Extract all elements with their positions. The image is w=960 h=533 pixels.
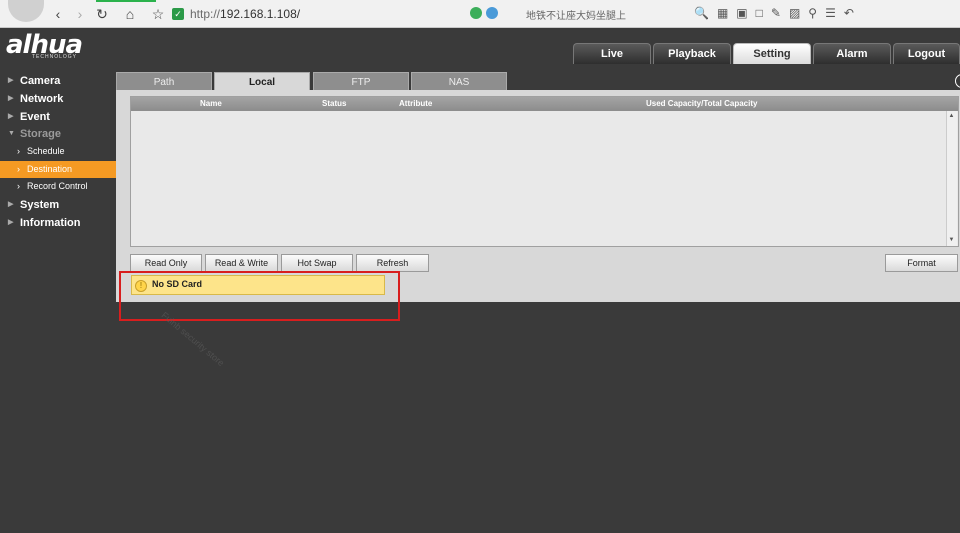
notes-icon[interactable]: ✎ [771, 6, 781, 20]
image-icon[interactable]: ▨ [789, 6, 800, 20]
browser-toolbar: ‹ › ↻ ⌂ ☆ ✓ http:// 192.168.1.108/ 地铁不让座… [0, 0, 960, 28]
sidebar-item-label: Storage [20, 128, 61, 140]
extension-icon[interactable] [470, 7, 482, 19]
extension-icon[interactable] [486, 7, 498, 19]
help-icon[interactable] [955, 74, 960, 88]
chevron-right-icon: › [17, 146, 20, 156]
sidebar-item-storage[interactable]: ▼ Storage [0, 125, 116, 143]
url-scheme: http:// [190, 7, 221, 21]
read-write-button[interactable]: Read & Write [205, 254, 278, 272]
sidebar-item-label: Event [20, 111, 50, 123]
sidebar-item-label: Network [20, 93, 64, 105]
bookmark-star-icon[interactable]: ☆ [150, 6, 166, 22]
sidebar-subitem-schedule[interactable]: › Schedule [0, 143, 116, 160]
undo-icon[interactable]: ↶ [844, 6, 854, 20]
tab-alarm[interactable]: Alarm [813, 43, 891, 64]
collapsed-arrow-icon: ▶ [8, 95, 14, 102]
tab-path[interactable]: Path [116, 72, 212, 91]
grid-icon[interactable]: ▦ [717, 6, 728, 20]
collapsed-arrow-icon: ▶ [8, 77, 14, 84]
scroll-up-icon[interactable]: ▲ [947, 113, 956, 119]
collapsed-arrow-icon: ▶ [8, 201, 14, 208]
column-header-name: Name [200, 99, 222, 108]
refresh-button[interactable]: Refresh [356, 254, 429, 272]
tab-ftp[interactable]: FTP [313, 72, 409, 91]
tab-local[interactable]: Local [214, 72, 310, 91]
tab-nas[interactable]: NAS [411, 72, 507, 91]
home-icon[interactable]: ⌂ [122, 6, 138, 22]
expanded-arrow-icon: ▼ [8, 130, 15, 137]
url-host: 192.168.1.108/ [220, 7, 301, 21]
search-suggestion[interactable]: 地铁不让座大妈坐腿上 [526, 7, 626, 22]
annotation-highlight-box [119, 271, 400, 321]
tab-live[interactable]: Live [573, 43, 651, 64]
format-button[interactable]: Format [885, 254, 958, 272]
sidebar-subitem-label: Schedule [27, 146, 65, 156]
tab-playback[interactable]: Playback [653, 43, 731, 64]
extension-icons [470, 7, 498, 19]
column-header-attribute: Attribute [399, 99, 433, 108]
address-bar[interactable]: ✓ http:// 192.168.1.108/ [172, 5, 468, 23]
secure-shield-icon: ✓ [172, 8, 184, 20]
sidebar-item-system[interactable]: ▶ System [0, 196, 116, 214]
table-scrollbar[interactable] [946, 111, 957, 246]
search-icon[interactable]: 🔍 [694, 6, 709, 20]
sidebar-subitem-record-control[interactable]: › Record Control [0, 178, 116, 195]
sidebar-subitem-label: Destination [27, 164, 73, 174]
scroll-down-icon[interactable]: ▼ [947, 237, 956, 243]
storage-device-table [130, 96, 959, 247]
read-only-button[interactable]: Read Only [130, 254, 202, 272]
tab-setting[interactable]: Setting [733, 43, 811, 64]
sidebar-item-label: Information [20, 217, 81, 229]
zoom-icon[interactable]: ⚲ [808, 6, 817, 20]
logout-button[interactable]: Logout [893, 43, 960, 64]
column-header-status: Status [322, 99, 347, 108]
back-icon[interactable]: ‹ [50, 6, 66, 22]
sidebar-item-camera[interactable]: ▶ Camera [0, 72, 116, 90]
browser-right-icons: 🔍 ▦ ▣ □ ✎ ▨ ⚲ ☰ ↶ [694, 6, 854, 20]
chevron-right-icon: › [17, 164, 20, 174]
forward-icon[interactable]: › [72, 6, 88, 22]
chevron-right-icon: › [17, 181, 20, 191]
browser-logo-icon [8, 0, 44, 22]
translate-icon[interactable]: ▣ [736, 6, 747, 20]
table-header [131, 97, 958, 111]
sidebar-subitem-label: Record Control [27, 181, 88, 191]
sidebar-item-event[interactable]: ▶ Event [0, 108, 116, 126]
sidebar-item-label: Camera [20, 75, 61, 87]
brand-logo-subtitle: TECHNOLOGY [32, 54, 78, 60]
hot-swap-button[interactable]: Hot Swap [281, 254, 353, 272]
sidebar-subitem-destination[interactable]: › Destination [0, 161, 116, 178]
page-load-progress [96, 0, 156, 2]
screenshot-icon[interactable]: □ [756, 6, 763, 20]
collapsed-arrow-icon: ▶ [8, 219, 14, 226]
sidebar-item-information[interactable]: ▶ Information [0, 214, 116, 232]
collapsed-arrow-icon: ▶ [8, 113, 14, 120]
reload-icon[interactable]: ↻ [94, 6, 110, 22]
sidebar-item-network[interactable]: ▶ Network [0, 90, 116, 108]
column-header-capacity: Used Capacity/Total Capacity [646, 99, 758, 108]
menu-icon[interactable]: ☰ [825, 6, 836, 20]
sidebar-item-label: System [20, 199, 60, 211]
